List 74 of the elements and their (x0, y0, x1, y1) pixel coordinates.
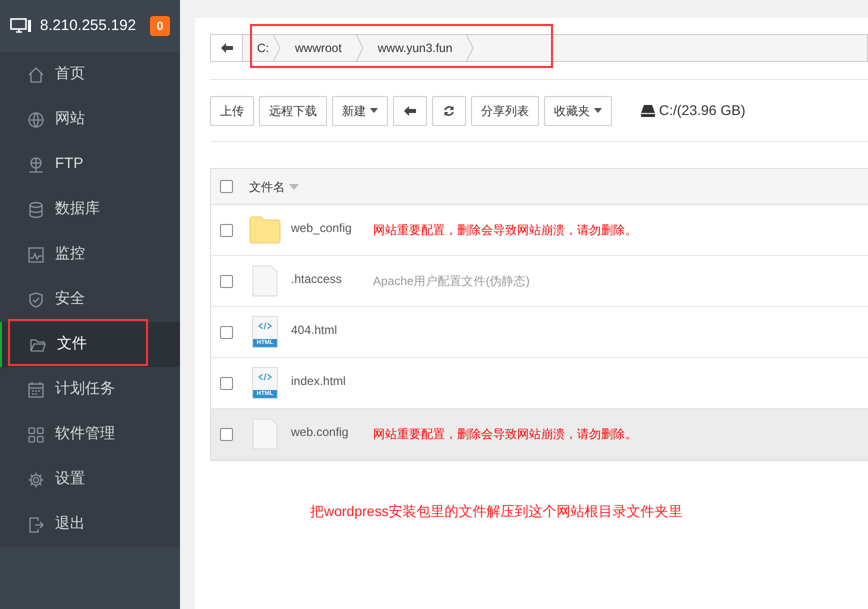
folder-icon (249, 216, 281, 244)
sidebar-label: 文件 (57, 334, 87, 354)
breadcrumb-item[interactable]: C: (243, 39, 273, 57)
checkbox[interactable] (220, 180, 233, 193)
sidebar-label: 监控 (55, 244, 85, 264)
checkbox[interactable] (220, 428, 233, 440)
computer-icon (10, 18, 32, 34)
logout-icon (27, 516, 45, 534)
chart-icon (27, 246, 45, 264)
sidebar-label: 计划任务 (55, 379, 115, 400)
caret-icon (370, 108, 378, 113)
checkbox[interactable] (220, 274, 233, 288)
file-name[interactable]: web.config (291, 423, 373, 441)
file-name[interactable]: .htaccess (291, 270, 373, 288)
sidebar-label: 安全 (55, 289, 85, 310)
file-icon (252, 418, 278, 450)
sidebar-item[interactable]: FTP (0, 142, 180, 187)
refresh-button[interactable] (432, 96, 466, 126)
sidebar-item[interactable]: 网站 (0, 97, 180, 142)
file-note: 网站重要配置，删除会导致网站崩溃，请勿删除。 (373, 222, 637, 239)
settings-icon (27, 470, 45, 488)
file-name[interactable]: 404.html (291, 321, 373, 339)
sidebar-item[interactable]: 数据库 (0, 187, 180, 232)
file-note: Apache用户配置文件(伪静态) (373, 273, 530, 290)
toolbar-button[interactable]: 远程下载 (259, 96, 327, 126)
sidebar-label: 数据库 (55, 199, 100, 220)
checkbox[interactable] (220, 326, 233, 338)
sidebar-item[interactable]: 安全 (0, 277, 180, 322)
sidebar-item[interactable]: 文件 (0, 322, 180, 367)
sidebar-item[interactable]: 软件管理 (0, 412, 180, 457)
checkbox[interactable] (220, 376, 233, 390)
sidebar-item[interactable]: 计划任务 (0, 367, 180, 412)
back-button[interactable] (393, 96, 427, 126)
sidebar-item[interactable]: 监控 (0, 232, 180, 277)
annotation-note: 把wordpress安装包里的文件解压到这个网站根目录文件夹里 (310, 502, 684, 521)
drive-icon (641, 104, 655, 116)
shield-icon (27, 290, 45, 308)
sidebar-item[interactable]: 退出 (0, 502, 180, 547)
back-button[interactable] (211, 35, 243, 61)
toolbar-button[interactable]: 上传 (210, 96, 254, 126)
sort-caret-icon (289, 184, 299, 190)
breadcrumb-item[interactable]: www.yun3.fun (364, 39, 466, 57)
file-row[interactable]: web.config 网站重要配置，删除会导致网站崩溃，请勿删除。 (211, 409, 868, 460)
notification-count: 0 (150, 16, 170, 36)
disk-usage: C:/(23.96 GB) (659, 101, 746, 120)
sidebar-item[interactable]: 首页 (0, 52, 180, 97)
back-arrow-icon (404, 106, 416, 116)
file-note: 网站重要配置，删除会导致网站崩溃，请勿删除。 (373, 426, 637, 443)
caret-icon (594, 108, 602, 113)
file-name[interactable]: index.html (291, 372, 373, 390)
file-name[interactable]: web_config (291, 219, 373, 237)
sidebar-label: 设置 (55, 469, 85, 490)
dropdown-button[interactable]: 新建 (332, 96, 388, 126)
column-header[interactable]: 文件名 (249, 178, 285, 196)
back-arrow-icon (220, 43, 232, 53)
sidebar-label: 软件管理 (55, 424, 115, 444)
sidebar-label: 退出 (55, 514, 85, 534)
sidebar-label: 首页 (55, 64, 85, 84)
checkbox[interactable] (220, 224, 233, 236)
file-icon (252, 265, 278, 297)
sidebar-item[interactable]: 设置 (0, 457, 180, 502)
server-address: 8.210.255.192 (40, 16, 137, 36)
dropdown-button[interactable]: 收藏夹 (544, 96, 612, 126)
network-globe-icon (27, 156, 45, 174)
calendar-icon (27, 380, 45, 398)
globe-icon (27, 110, 45, 128)
database-icon (27, 200, 45, 218)
refresh-icon (443, 104, 455, 116)
sidebar-label: 网站 (55, 109, 85, 130)
toolbar-button[interactable]: 分享列表 (471, 96, 539, 126)
home-icon (27, 66, 45, 84)
sidebar-label: FTP (55, 154, 84, 174)
breadcrumb-item[interactable]: wwwroot (281, 39, 356, 57)
grid-icon (27, 426, 45, 444)
